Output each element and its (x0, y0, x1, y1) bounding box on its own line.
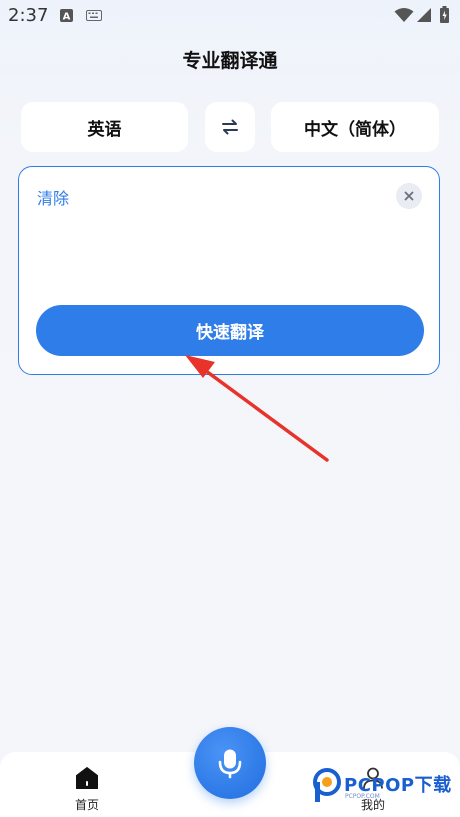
pcpop-logo-icon (313, 768, 341, 802)
home-icon (76, 767, 98, 789)
watermark-subtext: PCPOP.COM (345, 793, 380, 800)
annotation-arrow (185, 355, 329, 462)
tab-home-label: 首页 (74, 798, 99, 812)
microphone-icon (218, 749, 242, 779)
microphone-button[interactable] (194, 727, 266, 799)
tab-home[interactable]: 首页 (47, 766, 127, 813)
pcpop-watermark: PCPOP下载 PCPOP.COM (312, 766, 460, 806)
